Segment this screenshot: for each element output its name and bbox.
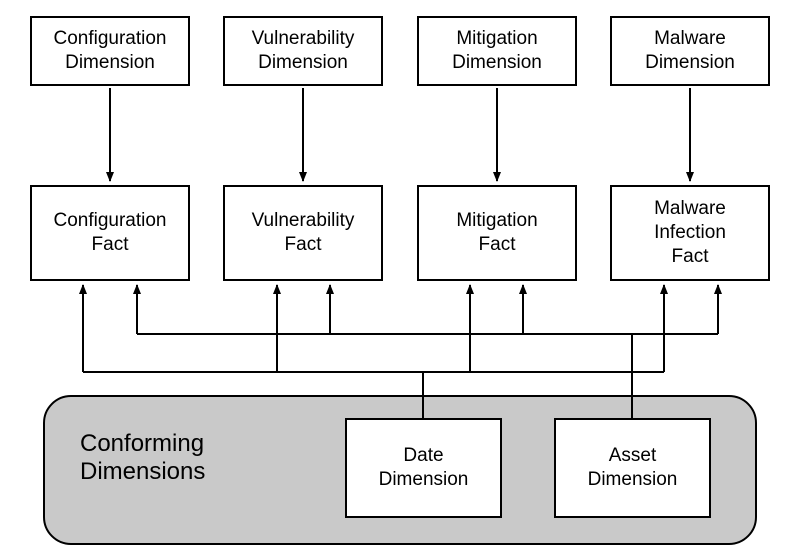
box-line: Dimension xyxy=(588,468,678,492)
box-line: Mitigation xyxy=(452,27,542,51)
box-line: Fact xyxy=(252,233,355,257)
box-line: Malware xyxy=(654,197,726,221)
box-line: Dimension xyxy=(645,51,735,75)
box-line: Fact xyxy=(654,245,726,269)
box-line: Infection xyxy=(654,221,726,245)
malware-infection-fact-box: Malware Infection Fact xyxy=(610,185,770,281)
date-dimension-box: Date Dimension xyxy=(345,418,502,518)
box-line: Fact xyxy=(53,233,166,257)
box-line: Dimension xyxy=(53,51,166,75)
conforming-dimensions-label: Conforming Dimensions xyxy=(80,430,205,486)
mitigation-dimension-box: Mitigation Dimension xyxy=(417,16,577,86)
mitigation-fact-box: Mitigation Fact xyxy=(417,185,577,281)
asset-dimension-box: Asset Dimension xyxy=(554,418,711,518)
vulnerability-fact-box: Vulnerability Fact xyxy=(223,185,383,281)
box-line: Configuration xyxy=(53,27,166,51)
configuration-fact-box: Configuration Fact xyxy=(30,185,190,281)
box-line: Dimension xyxy=(252,51,355,75)
box-line: Malware xyxy=(645,27,735,51)
box-line: Date xyxy=(379,444,469,468)
conforming-label-line1: Conforming xyxy=(80,430,205,458)
configuration-dimension-box: Configuration Dimension xyxy=(30,16,190,86)
box-line: Dimension xyxy=(452,51,542,75)
box-line: Vulnerability xyxy=(252,27,355,51)
box-line: Vulnerability xyxy=(252,209,355,233)
conforming-label-line2: Dimensions xyxy=(80,458,205,486)
box-line: Configuration xyxy=(53,209,166,233)
vulnerability-dimension-box: Vulnerability Dimension xyxy=(223,16,383,86)
box-line: Asset xyxy=(588,444,678,468)
malware-dimension-box: Malware Dimension xyxy=(610,16,770,86)
box-line: Fact xyxy=(456,233,537,257)
box-line: Mitigation xyxy=(456,209,537,233)
box-line: Dimension xyxy=(379,468,469,492)
